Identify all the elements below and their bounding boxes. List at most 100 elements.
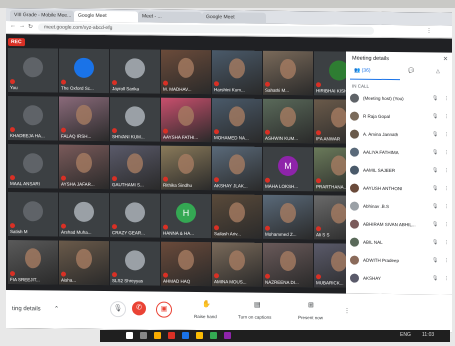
participant-row[interactable]: AALIYA FATHIMA 🎙 ⋮ xyxy=(350,146,450,161)
mic-off-icon[interactable]: 🎙 xyxy=(432,257,438,263)
participant-tile[interactable]: KHADEEJA HA... xyxy=(8,96,58,141)
participant-tile[interactable]: CRAZY GEAR... xyxy=(110,193,160,238)
participant-row[interactable]: (Meeting host) (You) 🎙 ⋮ xyxy=(350,92,450,107)
participant-row[interactable]: AAMIL SAJEER 🎙 ⋮ xyxy=(350,164,450,179)
more-options-icon[interactable]: ⋮ xyxy=(444,168,449,174)
more-options-icon[interactable]: ⋮ xyxy=(444,258,449,264)
hand-icon[interactable]: ✋ xyxy=(202,300,211,308)
participant-row[interactable]: Abhinav .B.S 🎙 ⋮ xyxy=(350,200,450,215)
participant-tile[interactable]: Sahathi M... xyxy=(263,50,313,96)
browser-tab-active[interactable]: Google Meet xyxy=(74,10,138,23)
participant-row[interactable]: ABHIRAM SIVAN ABHIL... 🎙 ⋮ xyxy=(350,218,450,233)
language-indicator[interactable]: ENG xyxy=(400,332,411,338)
participant-tile[interactable]: ASHWIN KUM... xyxy=(263,98,313,144)
mic-off-icon[interactable]: 🎙 xyxy=(432,95,438,101)
url-field[interactable]: meet.google.com/xyz-abcd-efg xyxy=(38,23,374,35)
participant-tile[interactable]: Mohammed Z... xyxy=(263,194,313,240)
mic-off-icon[interactable]: 🎙 xyxy=(432,275,438,281)
captions-icon[interactable]: ▤ xyxy=(254,301,261,309)
participant-tile[interactable]: FALAQ IRSH... xyxy=(59,96,109,142)
participant-tile[interactable]: M MAHA LOKSH... xyxy=(263,146,313,192)
reload-icon[interactable]: ↻ xyxy=(28,23,33,30)
more-options-icon[interactable]: ⋮ xyxy=(344,308,350,315)
mic-off-icon[interactable]: 🎙 xyxy=(432,239,438,245)
more-options-icon[interactable]: ⋮ xyxy=(444,186,449,192)
mic-off-icon[interactable]: 🎙 xyxy=(432,167,438,173)
more-options-icon[interactable]: ⋮ xyxy=(444,132,449,138)
participant-row[interactable]: ADWITH Pradeep 🎙 ⋮ xyxy=(350,254,450,269)
participant-tile[interactable]: Harshini Kum... xyxy=(212,50,262,95)
clock[interactable]: 11:03 xyxy=(422,332,434,338)
present-icon[interactable]: ⊞ xyxy=(308,301,314,309)
browser-tab[interactable]: VIII Grade - Mobile Mee... xyxy=(10,10,74,22)
captions-label[interactable]: Turn on captions xyxy=(238,314,271,319)
participant-tile[interactable]: Aisha... xyxy=(59,240,109,286)
participant-tile[interactable]: FIA SREEJIT... xyxy=(8,240,58,285)
participant-tile[interactable]: M. MADHAV... xyxy=(161,49,211,95)
app-icon[interactable] xyxy=(168,332,175,339)
more-options-icon[interactable]: ⋮ xyxy=(444,240,449,246)
participant-tile[interactable]: SHIVANI KUM... xyxy=(110,97,160,142)
participant-tile[interactable]: AAYSHA FATHI... xyxy=(161,97,211,143)
participant-row[interactable]: R Raja Gopal 🎙 ⋮ xyxy=(350,110,450,125)
mic-off-icon[interactable]: 🎙 xyxy=(432,203,438,209)
mic-off-icon[interactable]: 🎙 xyxy=(432,185,438,191)
participant-tile[interactable]: Arshad Muha... xyxy=(59,192,109,238)
participant-row[interactable]: A. Amina Jannath 🎙 ⋮ xyxy=(350,128,450,143)
mic-off-icon[interactable]: 🎙 xyxy=(432,113,438,119)
raise-hand-label[interactable]: Raise hand xyxy=(194,314,217,319)
app-icon[interactable] xyxy=(224,332,231,339)
search-icon[interactable] xyxy=(140,332,147,339)
mic-off-icon[interactable]: 🎙 xyxy=(432,221,438,227)
close-icon[interactable]: ✕ xyxy=(443,56,448,63)
participant-tile[interactable]: Jayroll Sarika xyxy=(110,49,160,94)
participant-name: CRAZY GEAR... xyxy=(112,230,145,236)
microphone-button[interactable]: 🎙 xyxy=(110,301,126,318)
hang-up-button[interactable]: ✆ xyxy=(132,301,146,316)
more-options-icon[interactable]: ⋮ xyxy=(444,96,449,102)
participant-row[interactable]: AAYUSH ANTHONI 🎙 ⋮ xyxy=(350,182,450,197)
tab-chat[interactable]: 💬 xyxy=(408,68,414,74)
chrome-icon[interactable] xyxy=(196,332,203,339)
tab-people[interactable]: 👥 (36) xyxy=(354,68,371,74)
participant-tile[interactable]: You xyxy=(8,48,58,93)
participant-tile[interactable]: SLS2 Shreyyas xyxy=(110,241,160,286)
back-icon[interactable]: ← xyxy=(10,23,16,29)
participant-tile[interactable]: MAAL ANSARI xyxy=(8,144,58,189)
camera-button[interactable]: ▣ xyxy=(156,301,172,318)
participant-tile[interactable]: AYSHA JAFAR... xyxy=(59,144,109,190)
meeting-details-label[interactable]: ting details xyxy=(12,306,41,312)
app-icon[interactable] xyxy=(210,332,217,339)
more-options-icon[interactable]: ⋮ xyxy=(444,222,449,228)
more-options-icon[interactable]: ⋮ xyxy=(444,114,449,120)
file-explorer-icon[interactable] xyxy=(154,332,161,339)
mic-off-icon[interactable]: 🎙 xyxy=(432,149,438,155)
participant-row[interactable]: AKSHAY 🎙 ⋮ xyxy=(350,272,450,287)
participant-tile[interactable]: H HANNA & HA... xyxy=(161,193,211,239)
participant-tile[interactable]: GAUTHAMI S... xyxy=(110,145,160,190)
participant-tile[interactable]: The Oxford Sc... xyxy=(59,48,109,94)
windows-start-icon[interactable] xyxy=(126,332,133,339)
mic-off-icon[interactable]: 🎙 xyxy=(432,131,438,137)
chevron-up-icon[interactable]: ⌃ xyxy=(54,306,59,313)
browser-tab[interactable]: Google Meet xyxy=(202,12,266,24)
participant-tile[interactable]: AKSHAY JLAK... xyxy=(212,146,262,191)
forward-icon[interactable]: → xyxy=(19,23,25,29)
menu-icon[interactable]: ⋮ xyxy=(426,27,432,34)
participant-row[interactable]: ABIL NAL 🎙 ⋮ xyxy=(350,236,450,251)
participant-tile[interactable]: AHMAD HAQ xyxy=(161,241,211,287)
more-options-icon[interactable]: ⋮ xyxy=(444,150,449,156)
participant-tile[interactable]: NAZREENA DI... xyxy=(263,242,313,288)
participant-tile[interactable]: AMINA MOUS... xyxy=(212,242,262,287)
participant-tile[interactable]: Rithika Sindhu xyxy=(161,145,211,191)
participant-tile[interactable]: MOHAMED NA... xyxy=(212,98,262,143)
tab-activities[interactable]: △ xyxy=(436,69,440,75)
app-icon[interactable] xyxy=(182,332,189,339)
mic-off-icon xyxy=(163,176,168,182)
participant-tile[interactable]: Sailash Ariv... xyxy=(212,194,262,239)
more-options-icon[interactable]: ⋮ xyxy=(444,204,449,210)
more-options-icon[interactable]: ⋮ xyxy=(444,276,449,282)
browser-tab[interactable]: Meet - ... xyxy=(138,11,202,24)
participant-tile[interactable]: Satish M xyxy=(8,192,58,237)
present-now-label[interactable]: Present now xyxy=(298,315,323,320)
